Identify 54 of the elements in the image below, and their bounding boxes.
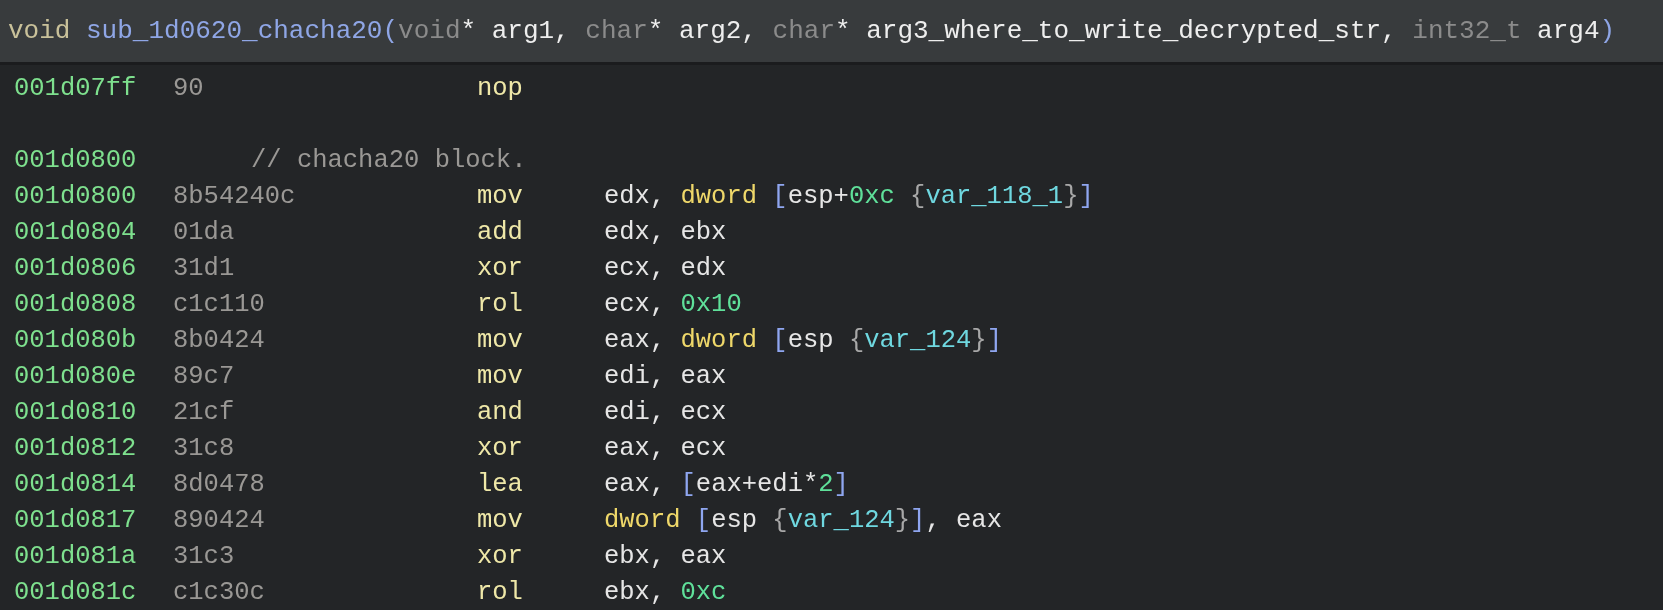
instruction-bytes: 8d0478 xyxy=(173,469,266,499)
mnemonic: rol xyxy=(477,577,524,607)
address: 001d080b xyxy=(14,325,138,355)
instruction-bytes: 21cf xyxy=(173,397,236,427)
operands: edx, dword [esp+0xc {var_118_1}] xyxy=(604,181,1095,211)
address: 001d0817 xyxy=(14,505,138,535)
mnemonic: rol xyxy=(477,289,524,319)
address: 001d081c xyxy=(14,577,138,607)
operands: dword [esp {var_124}], eax xyxy=(604,505,1003,535)
operands: eax, dword [esp {var_124}] xyxy=(604,325,1003,355)
mnemonic: lea xyxy=(477,469,524,499)
address: 001d0812 xyxy=(14,433,138,463)
operands: edi, eax xyxy=(604,361,728,391)
address: 001d0814 xyxy=(14,469,138,499)
mnemonic: mov xyxy=(477,181,524,211)
instruction-bytes: c1c110 xyxy=(173,289,266,319)
instruction-bytes: 8b54240c xyxy=(173,181,297,211)
instruction-bytes: c1c30c xyxy=(173,577,266,607)
operands: ecx, edx xyxy=(604,253,728,283)
mnemonic: xor xyxy=(477,433,524,463)
address: 001d0808 xyxy=(14,289,138,319)
address: 001d0804 xyxy=(14,217,138,247)
mnemonic: xor xyxy=(477,253,524,283)
comment: // chacha20 block. xyxy=(250,145,528,175)
instruction-bytes: 89c7 xyxy=(173,361,236,391)
instruction-bytes: 90 xyxy=(173,73,205,103)
mnemonic: and xyxy=(477,397,524,427)
operands: eax, [eax+edi*2] xyxy=(604,469,850,499)
operands: edi, ecx xyxy=(604,397,728,427)
mnemonic: mov xyxy=(477,505,524,535)
instruction-bytes: 31d1 xyxy=(173,253,236,283)
address: 001d081a xyxy=(14,541,138,571)
operands: eax, ecx xyxy=(604,433,728,463)
address: 001d07ff xyxy=(14,73,138,103)
instruction-bytes: 890424 xyxy=(173,505,266,535)
address: 001d0800 xyxy=(14,145,138,175)
operands: ebx, eax xyxy=(604,541,728,571)
instruction-bytes: 31c3 xyxy=(173,541,236,571)
address: 001d0810 xyxy=(14,397,138,427)
operands: ecx, 0x10 xyxy=(604,289,743,319)
address: 001d0806 xyxy=(14,253,138,283)
operands: edx, ebx xyxy=(604,217,728,247)
mnemonic: nop xyxy=(477,73,524,103)
address: 001d080e xyxy=(14,361,138,391)
address: 001d0800 xyxy=(14,181,138,211)
instruction-bytes: 8b0424 xyxy=(173,325,266,355)
operands: ebx, 0xc xyxy=(604,577,728,607)
mnemonic: mov xyxy=(477,361,524,391)
mnemonic: xor xyxy=(477,541,524,571)
mnemonic: mov xyxy=(477,325,524,355)
mnemonic: add xyxy=(477,217,524,247)
instruction-bytes: 01da xyxy=(173,217,236,247)
instruction-bytes: 31c8 xyxy=(173,433,236,463)
function-signature: void sub_1d0620_chacha20(void* arg1, char* arg2, char* arg3_where_to_write_decrypted_str, int32_t arg4) xyxy=(8,16,1616,46)
